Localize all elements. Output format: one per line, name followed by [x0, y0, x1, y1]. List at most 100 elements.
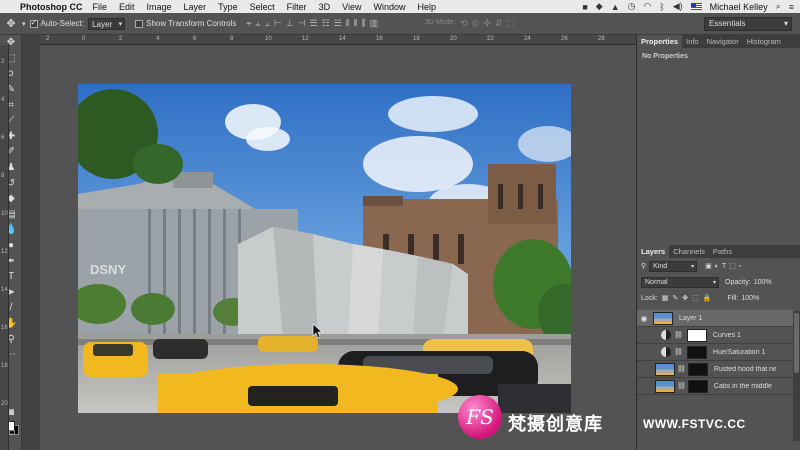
ruler-tick: 2	[46, 36, 50, 42]
ruler-tick: 2	[119, 36, 123, 42]
wifi-icon[interactable]: ◠	[643, 1, 651, 12]
menu-type[interactable]: Type	[218, 2, 238, 12]
link-icon: ⛓	[677, 383, 686, 390]
volume-icon[interactable]: ◀)	[673, 1, 683, 12]
menu-select[interactable]: Select	[250, 2, 275, 12]
canvas-area[interactable]: DSNY	[40, 45, 636, 450]
right-panels: Properties Info Navigator Histogram No P…	[636, 35, 800, 450]
ruler-tick: 8	[1, 173, 5, 179]
no-properties-label: No Properties	[642, 53, 688, 60]
auto-select-checkbox[interactable]	[29, 18, 38, 28]
lock-icons[interactable]: ▦✎✥⬚🔒	[662, 294, 716, 302]
show-transform-checkbox[interactable]	[135, 19, 144, 28]
tab-channels[interactable]: Channels	[669, 245, 709, 258]
filter-kind-select[interactable]: Kind	[649, 260, 698, 272]
tab-layers[interactable]: Layers	[637, 245, 670, 258]
3d-orbit-icon[interactable]: ⟲	[460, 18, 468, 29]
menu-file[interactable]: File	[93, 2, 108, 12]
opacity-value[interactable]: 100%	[754, 279, 772, 286]
layer-name[interactable]: Rusted hood that nee...	[714, 366, 776, 373]
layer-name[interactable]: Hue/Saturation 1	[713, 349, 775, 356]
blend-mode-select[interactable]: Normal	[641, 276, 719, 288]
distribute-bottom-icon[interactable]: ☱	[334, 18, 342, 29]
layer-name[interactable]: Cabs in the middle	[714, 383, 776, 390]
3d-roll-icon[interactable]: ◎	[472, 18, 480, 29]
fill-label: Fill:	[727, 294, 739, 302]
visibility-eye-icon[interactable]: ◉	[637, 314, 651, 323]
menu-edit[interactable]: Edit	[119, 2, 135, 12]
layer-row[interactable]: ◉ Layer 1	[637, 310, 793, 327]
blend-row: Normal Opacity: 100%	[637, 274, 800, 290]
tab-info[interactable]: Info	[682, 35, 703, 48]
3d-pan-icon[interactable]: ✣	[483, 18, 491, 29]
layer-name[interactable]: Layer 1	[679, 315, 741, 322]
ruler-tick: 28	[598, 36, 605, 42]
menu-3d[interactable]: 3D	[319, 2, 331, 12]
distribute-left-icon[interactable]: ⦀	[346, 18, 350, 29]
document-image[interactable]: DSNY	[78, 84, 571, 413]
search-icon[interactable]: ⌕	[776, 1, 781, 12]
tab-navigator[interactable]: Navigator	[703, 35, 743, 48]
menu-layer[interactable]: Layer	[184, 2, 207, 12]
watermark-logo: FS	[458, 395, 502, 439]
ruler-tick: 12	[302, 36, 309, 42]
ruler-tick: 24	[524, 36, 531, 42]
ruler-tick: 2	[1, 59, 5, 65]
workspace-switcher[interactable]: Essentials	[704, 17, 792, 31]
align-bottom-icon[interactable]: ⫠	[265, 18, 270, 29]
user-name[interactable]: Michael Kelley	[710, 2, 768, 12]
menu-view[interactable]: View	[342, 2, 361, 12]
menu-window[interactable]: Window	[373, 2, 405, 12]
bluetooth-icon[interactable]: ᛒ	[659, 2, 664, 12]
distribute-top-icon[interactable]: ☰	[310, 18, 318, 29]
drive-icon[interactable]: ▲	[611, 2, 620, 12]
auto-align-icon[interactable]: ▥	[370, 18, 379, 29]
tab-properties[interactable]: Properties	[637, 35, 683, 48]
menu-help[interactable]: Help	[417, 2, 436, 12]
menu-filter[interactable]: Filter	[287, 2, 307, 12]
curves-adjustment-icon	[661, 330, 671, 340]
distribute-right-icon[interactable]: ⫼	[362, 18, 366, 29]
ruler-tick: 18	[413, 36, 420, 42]
app-name[interactable]: Photoshop CC	[20, 2, 83, 12]
move-tool-preset-icon[interactable]: ✥	[0, 17, 22, 30]
ruler-tick: 16	[1, 325, 8, 331]
layer-mask-thumbnail	[686, 328, 707, 342]
align-hcenter-icon[interactable]: ⊥	[286, 18, 294, 29]
3d-scale-icon[interactable]: ⬚	[507, 18, 516, 29]
distribute-hcenter-icon[interactable]: ⫴	[354, 18, 358, 29]
auto-select-dropdown[interactable]: Layer	[88, 17, 126, 30]
layer-row[interactable]: ⛓ Hue/Saturation 1	[637, 344, 793, 361]
ruler-tick: 6	[1, 135, 5, 141]
filter-type-icons[interactable]: ▣◐T⬚▫	[705, 262, 744, 270]
preset-chevron-icon[interactable]: ▾	[22, 20, 26, 28]
ruler-tick: 6	[193, 36, 197, 42]
align-top-icon[interactable]: ⫧	[246, 18, 251, 29]
camera-icon[interactable]: ■	[582, 2, 587, 12]
3d-slide-icon[interactable]: ⇵	[495, 18, 503, 29]
flag-icon[interactable]	[690, 3, 702, 10]
fill-value[interactable]: 100%	[741, 295, 759, 302]
align-right-icon[interactable]: ⊣	[298, 18, 306, 29]
layer-row[interactable]: ⛓ Curves 1	[637, 327, 793, 344]
dropbox-icon[interactable]: ◆	[596, 1, 603, 12]
align-left-icon[interactable]: ⊢	[274, 18, 282, 29]
layer-thumbnail	[655, 379, 675, 393]
distribute-vcenter-icon[interactable]: ☷	[322, 18, 330, 29]
scrollbar-thumb[interactable]	[794, 313, 799, 373]
canvas-gutter-left	[22, 35, 40, 450]
time-machine-icon[interactable]: ◷	[628, 1, 636, 12]
ruler-tick: 0	[82, 36, 86, 42]
menu-image[interactable]: Image	[147, 2, 172, 12]
list-icon[interactable]: ≡	[789, 2, 794, 12]
ruler-tick: 16	[376, 36, 383, 42]
tab-paths[interactable]: Paths	[709, 245, 736, 258]
ruler-horizontal: 2 0 2 4 6 8 10 12 14 16 18 20 22 24 26 2…	[40, 35, 636, 45]
layer-name[interactable]: Curves 1	[713, 332, 775, 339]
properties-tabs: Properties Info Navigator Histogram	[637, 35, 800, 48]
tab-histogram[interactable]: Histogram	[743, 35, 785, 48]
ruler-tick: 4	[156, 36, 160, 42]
layer-row[interactable]: ⛓ Rusted hood that nee...	[637, 361, 793, 378]
align-vcenter-icon[interactable]: ⫨	[255, 18, 260, 29]
hue-saturation-adjustment-icon	[661, 347, 671, 357]
